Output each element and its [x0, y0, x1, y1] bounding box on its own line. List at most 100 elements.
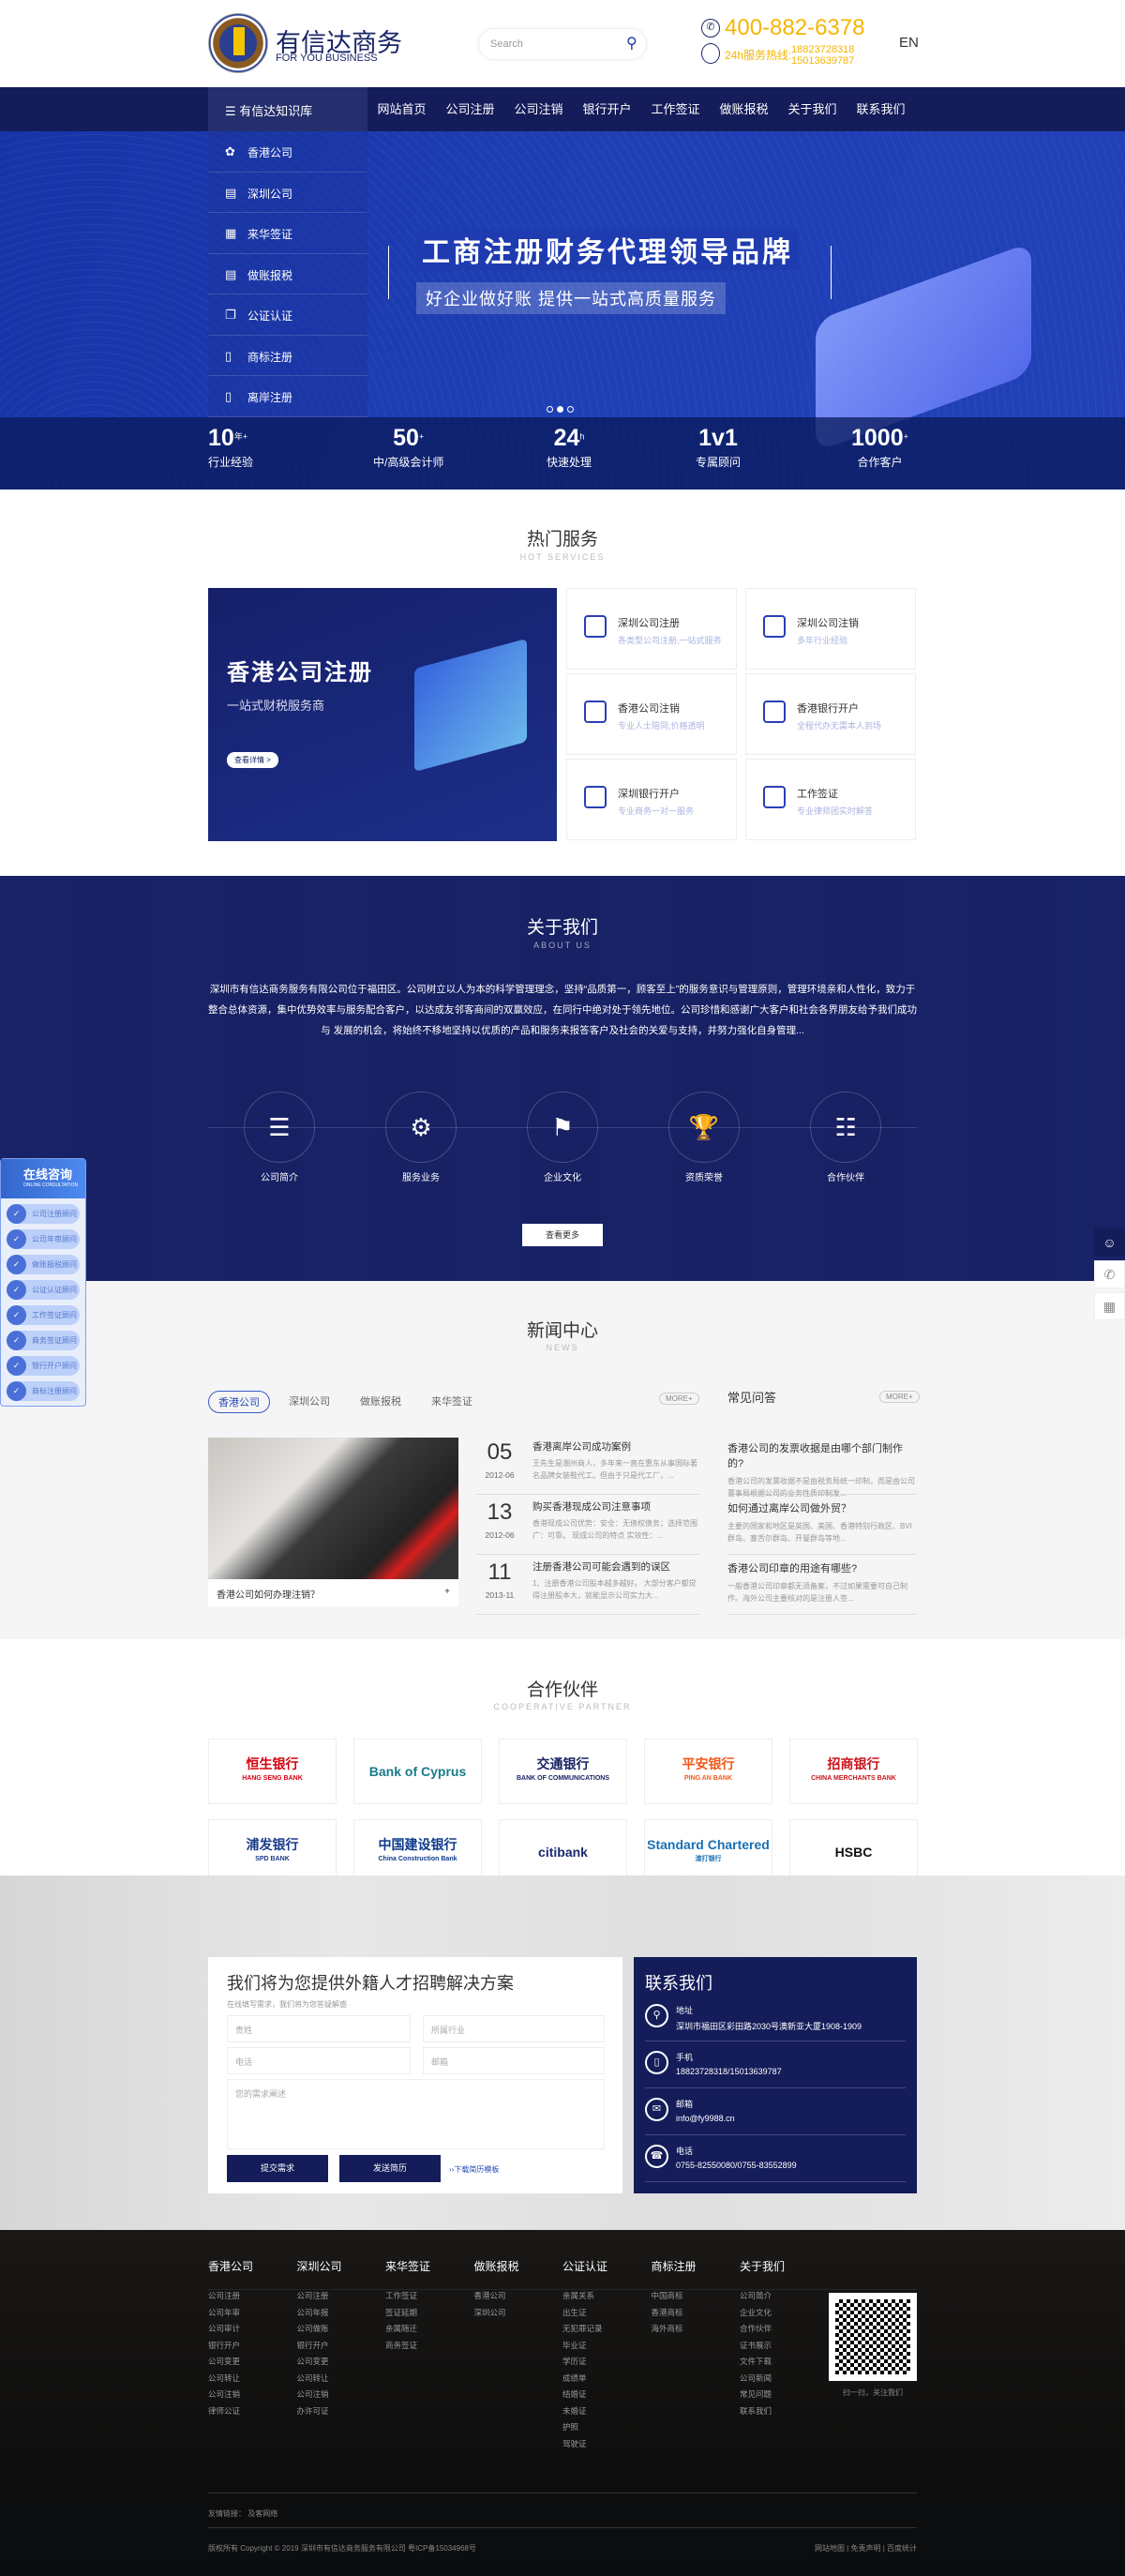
nav-item[interactable]: 银行开户 — [573, 87, 641, 131]
footer-link[interactable]: 香港公司 — [474, 2288, 559, 2305]
nav-item[interactable]: 工作签证 — [641, 87, 710, 131]
footer-link[interactable]: 无犯罪记录 — [562, 2321, 647, 2338]
nav-item[interactable]: 公司注册 — [436, 87, 504, 131]
faq-item[interactable]: 香港公司印章的用途有哪些? 一般香港公司印章都无须备案，不过如果需要可自己制作。海… — [728, 1556, 917, 1615]
carousel-dot[interactable] — [547, 406, 553, 413]
qr-code-icon[interactable]: ▦ — [1094, 1292, 1125, 1320]
side-menu-item[interactable]: ▦ 来华签证 — [208, 213, 368, 254]
footer-link[interactable]: 银行开户 — [208, 2338, 292, 2355]
news-item[interactable]: 13 2012-06 购买香港现成公司注意事项 香港现成公司优势：安全：无债权债务；选… — [476, 1496, 699, 1555]
about-item-label[interactable]: 合作伙伴 — [810, 1169, 881, 1183]
faq-item[interactable]: 如何通过离岸公司做外贸？ 主要的国家和地区是英国、美国、香港特别行政区、BVI群岛… — [728, 1496, 917, 1555]
footer-link[interactable]: 公司年审 — [208, 2305, 292, 2322]
news-tab[interactable]: 来华签证 — [422, 1391, 482, 1411]
footer-link[interactable]: 成绩单 — [562, 2371, 647, 2388]
nav-item[interactable]: 做账报税 — [710, 87, 778, 131]
search-input[interactable]: Search — [478, 28, 647, 60]
faq-more-button[interactable]: MORE+ — [879, 1391, 920, 1403]
footer-link[interactable]: 公司变更 — [297, 2354, 382, 2371]
footer-link[interactable]: 学历证 — [562, 2354, 647, 2371]
footer-link[interactable]: 结婚证 — [562, 2387, 647, 2403]
send-resume-button[interactable]: 发送简历 — [339, 2155, 441, 2182]
footer-link[interactable]: 公司转让 — [208, 2371, 292, 2388]
news-tab[interactable]: 做账报税 — [351, 1391, 411, 1411]
submit-button[interactable]: 提交需求 — [227, 2155, 328, 2182]
about-bookmark-icon[interactable]: ⚑ — [527, 1092, 598, 1163]
footer-link[interactable]: 亲属随迁 — [385, 2321, 470, 2338]
side-menu-item[interactable]: ▯ 离岸注册 — [208, 376, 368, 417]
footer-link[interactable]: 公司转让 — [297, 2371, 382, 2388]
faq-item[interactable]: 香港公司的发票收据是由哪个部门制作的? 香港公司的发票收据不是由税务局统一印制，而… — [728, 1436, 917, 1498]
language-switch[interactable]: EN — [899, 35, 919, 51]
consultant-button[interactable]: ✓ 公证认证顾问 — [7, 1280, 80, 1300]
news-tab[interactable]: 深圳公司 — [279, 1391, 339, 1411]
about-robot-arm-icon[interactable]: ⚙ — [385, 1092, 457, 1163]
footer-link[interactable]: 签证延期 — [385, 2305, 470, 2322]
consultant-button[interactable]: ✓ 公司注册顾问 — [7, 1204, 80, 1224]
carousel-dot-active[interactable] — [557, 406, 563, 413]
featured-news-image[interactable] — [208, 1438, 458, 1579]
footer-link[interactable]: 律师公证 — [208, 2403, 292, 2420]
partner-logo[interactable]: 恒生银行 HANG SENG BANK — [208, 1739, 337, 1804]
about-list-icon[interactable]: ☰ — [244, 1092, 315, 1163]
consultant-button[interactable]: ✓ 工作签证顾问 — [7, 1305, 80, 1325]
footer-link[interactable]: 海外商标 — [652, 2321, 736, 2338]
about-item-label[interactable]: 公司简介 — [244, 1169, 315, 1183]
footer-link[interactable]: 办许可证 — [297, 2403, 382, 2420]
service-card[interactable]: 工作签证 专业律师团实时解答 — [745, 759, 916, 840]
side-menu-item[interactable]: ✿ 香港公司 — [208, 131, 368, 173]
partner-logo[interactable]: 交通银行 BANK OF COMMUNICATIONS — [499, 1739, 627, 1804]
phone-field[interactable]: 电话 — [227, 2047, 411, 2074]
news-tab[interactable]: 香港公司 — [208, 1391, 270, 1413]
service-card[interactable]: 香港银行开户 全程代办无需本人到场 — [745, 673, 916, 755]
consultant-button[interactable]: ✓ 银行开户顾问 — [7, 1356, 80, 1376]
customer-service-icon[interactable]: ☺ — [1094, 1228, 1125, 1257]
footer-link[interactable]: 未婚证 — [562, 2403, 647, 2420]
view-more-button[interactable]: 查看更多 — [522, 1224, 603, 1246]
footer-link[interactable]: 商务签证 — [385, 2338, 470, 2355]
email-field[interactable]: 邮箱 — [423, 2047, 605, 2074]
footer-link[interactable]: 深圳公司 — [474, 2305, 559, 2322]
phone-clock-icon[interactable]: ✆ — [1094, 1260, 1125, 1288]
news-item[interactable]: 11 2013-11 注册香港公司可能会遇到的误区 1、注册香港公司股本越多越好。 大… — [476, 1556, 699, 1615]
partner-logo[interactable]: Bank of Cyprus — [353, 1739, 482, 1804]
about-item-label[interactable]: 企业文化 — [527, 1169, 598, 1183]
hk-promo-card[interactable]: 香港公司注册 一站式财税服务商 查看详情 > — [208, 588, 557, 841]
footer-link[interactable]: 亲属关系 — [562, 2288, 647, 2305]
service-card[interactable]: 深圳公司注册 各类型公司注册,一站式服务 — [566, 588, 737, 670]
footer-link[interactable]: 联系我们 — [740, 2403, 824, 2420]
download-template-link[interactable]: ››下载简历模板 — [449, 2164, 499, 2175]
news-item[interactable]: 05 2012-06 香港离岸公司成功案例 王先生是潮州商人，多年来一直在惠东从事国际… — [476, 1436, 699, 1495]
footer-link[interactable]: 公司新闻 — [740, 2371, 824, 2388]
footer-link[interactable]: 公司变更 — [208, 2354, 292, 2371]
description-field[interactable]: 您的需求阐述 — [227, 2079, 605, 2149]
footer-link[interactable]: 公司做账 — [297, 2321, 382, 2338]
footer-link[interactable]: 工作签证 — [385, 2288, 470, 2305]
side-menu-item[interactable]: ▯ 商标注册 — [208, 336, 368, 376]
footer-link[interactable]: 公司注册 — [297, 2288, 382, 2305]
footer-link[interactable]: 驾驶证 — [562, 2436, 647, 2453]
nav-item[interactable]: 网站首页 — [368, 87, 436, 131]
footer-link[interactable]: 公司注销 — [208, 2387, 292, 2403]
nav-item[interactable]: 公司注销 — [504, 87, 573, 131]
footer-link[interactable]: 公司注销 — [297, 2387, 382, 2403]
name-field[interactable]: 贵姓 — [227, 2015, 411, 2042]
footer-link[interactable]: 香港商标 — [652, 2305, 736, 2322]
footer-link[interactable]: 证书展示 — [740, 2338, 824, 2355]
footer-link[interactable]: 护照 — [562, 2419, 647, 2436]
news-more-button[interactable]: MORE+ — [659, 1393, 699, 1405]
industry-field[interactable]: 所属行业 — [423, 2015, 605, 2042]
partner-logo[interactable]: 平安银行 PING AN BANK — [644, 1739, 772, 1804]
footer-links[interactable]: 网站地图 | 免责声明 | 百度统计 — [815, 2543, 917, 2553]
service-card[interactable]: 深圳公司注销 多年行业经验 — [745, 588, 916, 670]
consultant-button[interactable]: ✓ 商务签证顾问 — [7, 1331, 80, 1350]
about-item-label[interactable]: 资质荣誉 — [668, 1169, 740, 1183]
footer-link[interactable]: 银行开户 — [297, 2338, 382, 2355]
footer-link[interactable]: 企业文化 — [740, 2305, 824, 2322]
carousel-dot[interactable] — [567, 406, 574, 413]
about-sitemap-icon[interactable]: ☷ — [810, 1092, 881, 1163]
side-menu-item[interactable]: ▤ 深圳公司 — [208, 173, 368, 213]
footer-link[interactable]: 中国商标 — [652, 2288, 736, 2305]
about-trophy-icon[interactable]: 🏆 — [668, 1092, 740, 1163]
side-menu-item[interactable]: ▤ 做账报税 — [208, 254, 368, 294]
